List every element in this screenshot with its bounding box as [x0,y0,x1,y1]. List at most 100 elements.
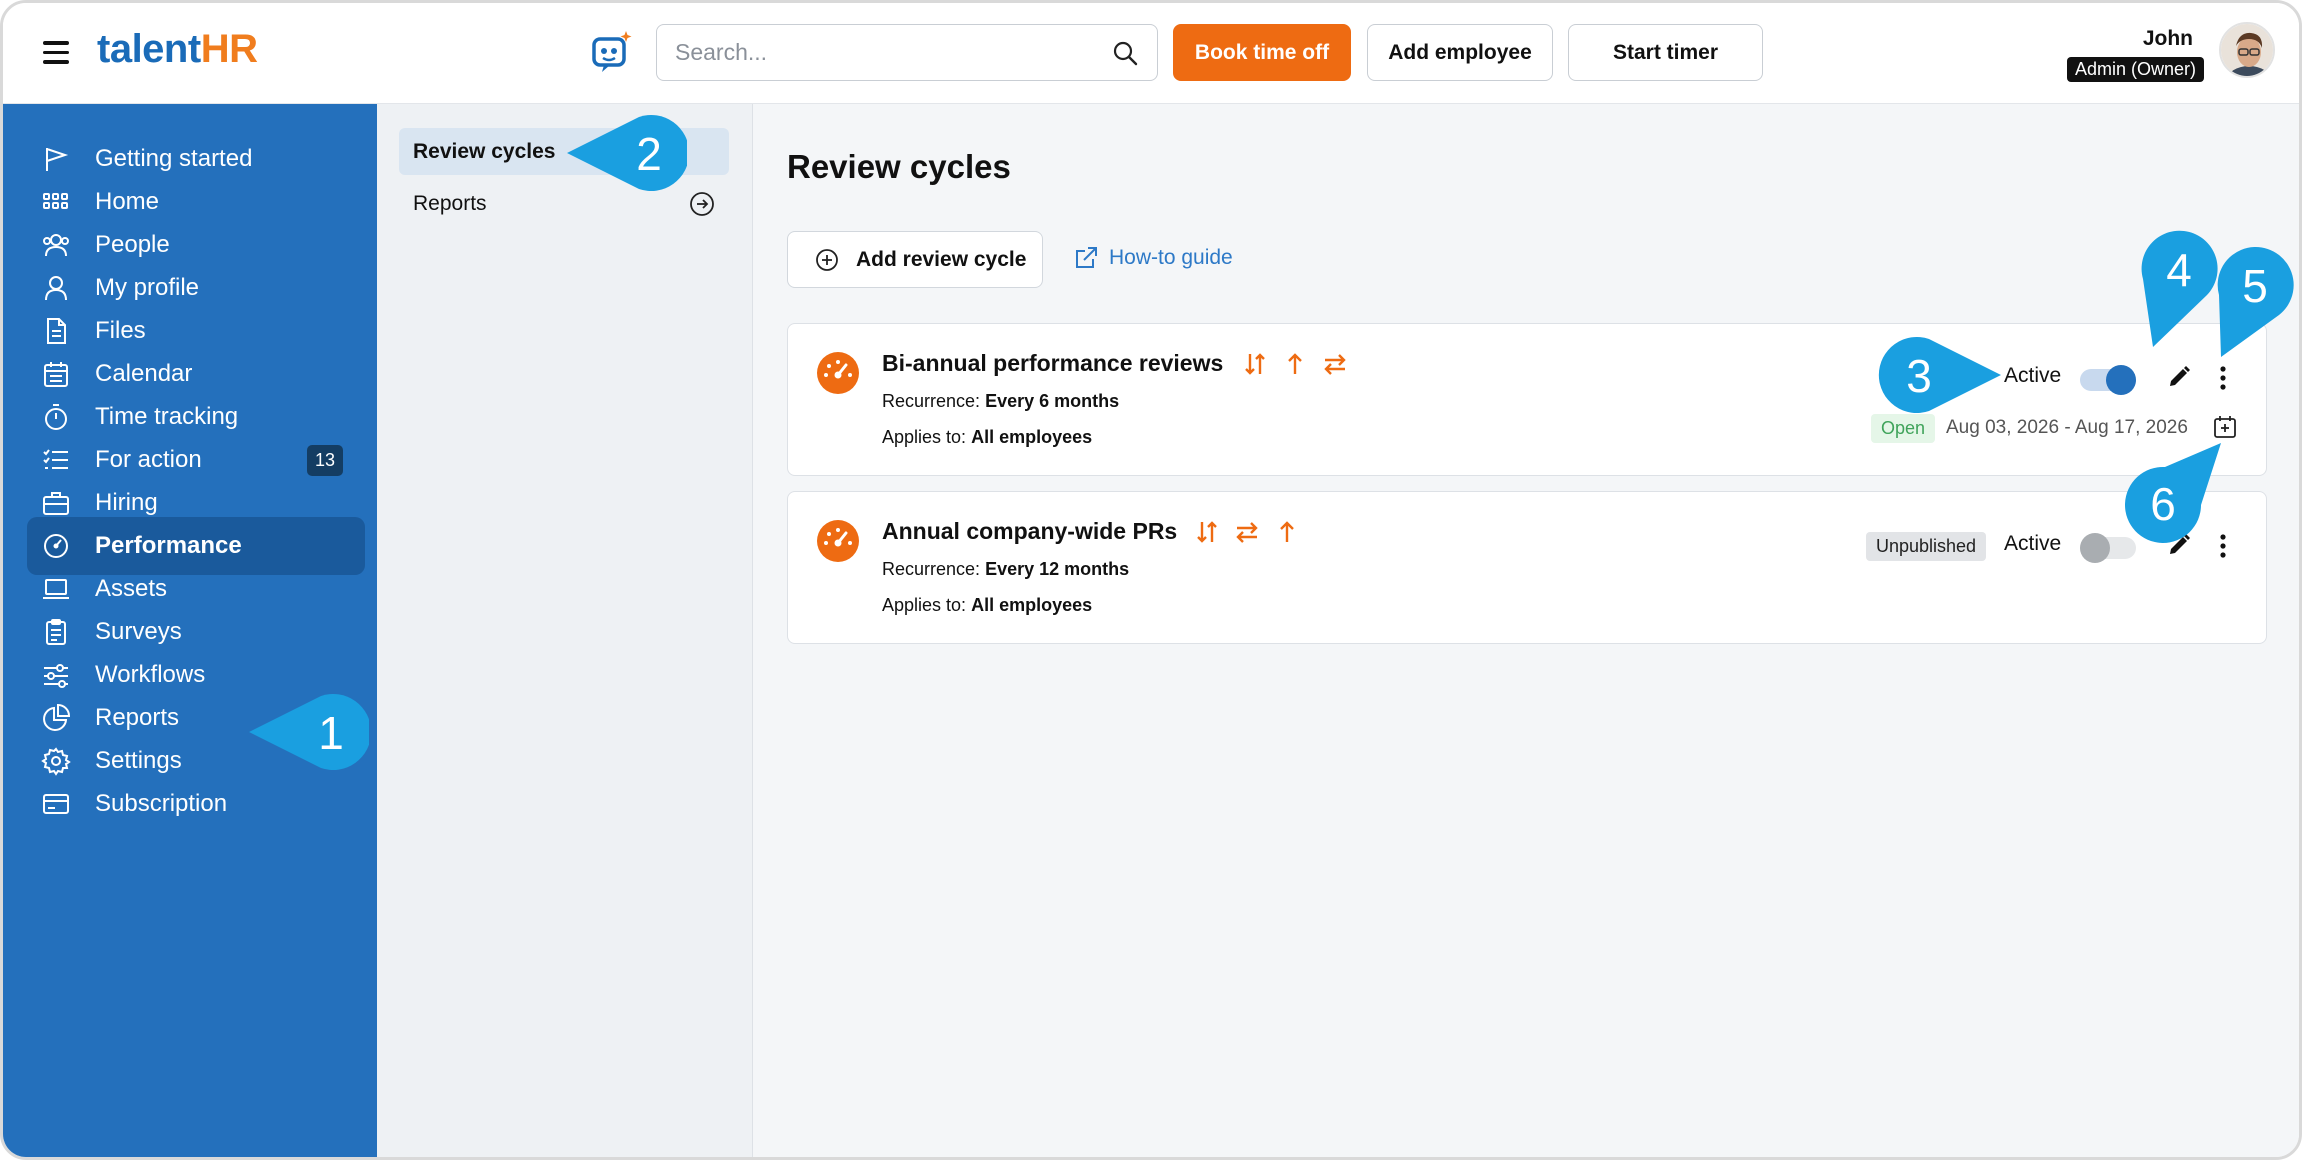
sidebar-item-label: Reports [95,704,180,731]
performance-gauge-icon [817,352,859,394]
active-toggle[interactable] [2080,365,2136,395]
start-timer-button[interactable]: Start timer [1568,24,1763,81]
how-to-guide-label: How-to guide [1109,246,1233,269]
recurrence-line: Recurrence: Every 12 months [882,559,1129,580]
recurrence-value: Every 12 months [985,559,1130,579]
applies-to-label: Applies to: [882,427,967,447]
people-icon [43,234,69,257]
sidebar-item-label: Subscription [95,790,228,817]
file-icon [47,318,66,344]
subnav-item-label: Review cycles [413,139,556,163]
logo-text-hr: HR [200,27,258,71]
user-role-badge: Admin (Owner) [2066,57,2204,82]
review-cycle-title[interactable]: Bi-annual performance reviews [882,350,1223,377]
sidebar-item-label: Performance [95,532,242,559]
search-icon[interactable] [1111,39,1139,67]
menu-icon[interactable] [43,41,69,64]
callout-6: 6 [2125,443,2221,543]
grid-icon [43,193,68,209]
pie-chart-icon [43,703,71,731]
sidebar-item-label: Settings [95,747,182,774]
callout-number: 4 [2166,244,2192,296]
recurrence-label: Recurrence: [882,391,981,411]
add-review-cycle-button[interactable]: Add review cycle [787,231,1043,288]
cycle-date-range: Aug 03, 2026 - Aug 17, 2026 [1946,417,2188,438]
sidebar-item-label: My profile [95,274,200,301]
top-bar: talentHR Book time off Add employee Star… [3,3,2299,104]
sidebar-item-label: Home [95,188,160,215]
sort-arrows-icon [1245,353,1265,375]
search-box[interactable] [656,24,1158,81]
more-vertical-icon[interactable] [2216,364,2230,392]
sidebar: Getting started Home People My profile F… [3,104,377,1157]
main-content: Review cycles Add review cycle How-to gu… [753,104,2299,1157]
flag-icon [46,148,69,171]
sidebar-item-label: Getting started [95,145,253,172]
logo[interactable]: talentHR [97,27,258,72]
callout-3: 3 [1877,335,2001,415]
sort-arrows-icon [1197,521,1217,543]
swap-arrows-icon [1324,354,1346,375]
search-input[interactable] [675,39,1111,66]
recurrence-label: Recurrence: [882,559,981,579]
add-employee-button[interactable]: Add employee [1367,24,1553,81]
callout-4: 4 [2137,229,2221,349]
sidebar-item-label: For action [95,446,202,473]
subnav-item-label: Reports [413,191,487,215]
review-cycle-card[interactable]: Bi-annual performance reviews Recurrence… [787,323,2267,476]
callout-number: 2 [636,128,662,180]
credit-card-icon [43,794,69,814]
status-badge: Open [1871,414,1936,443]
sidebar-item-label: Workflows [95,661,206,688]
checklist-icon [43,449,68,469]
workflow-icon [44,664,68,688]
applies-to-label: Applies to: [882,595,967,615]
callout-2: 2 [567,113,690,193]
page-title: Review cycles [787,148,1011,185]
callout-number: 3 [1906,350,1932,402]
pencil-icon[interactable] [2166,364,2192,390]
sidebar-item-label: Hiring [95,489,158,516]
logo-text-talent: talent [97,27,201,71]
callout-5: 5 [2213,245,2297,365]
sidebar-item-label: Calendar [95,360,193,387]
sidebar-item-label: Time tracking [95,403,239,430]
callout-number: 1 [318,707,344,759]
how-to-guide-link[interactable]: How-to guide [1073,245,1233,271]
user-icon [45,276,67,301]
arrow-up-icon [1280,521,1294,542]
ai-assistant-icon[interactable] [586,27,636,77]
briefcase-icon [43,492,69,515]
applies-to-value: All employees [971,595,1093,615]
cycle-stage-icons [1193,518,1313,546]
performance-gauge-icon [817,520,859,562]
calendar-add-icon[interactable] [2212,414,2238,440]
recurrence-value: Every 6 months [985,391,1120,411]
cycle-stage-icons [1241,350,1361,378]
recurrence-line: Recurrence: Every 6 months [882,391,1119,412]
callout-1: 1 [249,692,372,772]
sidebar-item-label: Files [95,317,146,344]
review-cycle-title[interactable]: Annual company-wide PRs [882,518,1177,545]
active-label: Active [2004,364,2062,387]
sidebar-item-label: People [95,231,170,258]
laptop-icon [43,579,69,599]
gauge-icon [44,534,68,558]
book-time-off-button[interactable]: Book time off [1173,24,1351,81]
callout-number: 5 [2242,260,2268,312]
applies-to-line: Applies to: All employees [882,427,1092,448]
for-action-count-badge: 13 [307,444,344,476]
user-name[interactable]: John [2143,27,2193,51]
avatar[interactable] [2219,22,2275,78]
applies-to-line: Applies to: All employees [882,595,1092,616]
sidebar-item-subscription[interactable]: Subscription [27,775,365,833]
callout-number: 6 [2150,478,2176,530]
app-window: talentHR Book time off Add employee Star… [0,0,2302,1160]
sidebar-item-label: Assets [95,575,168,602]
stopwatch-icon [45,404,67,430]
active-label: Active [2004,532,2062,555]
applies-to-value: All employees [971,427,1093,447]
swap-arrows-icon [1236,522,1258,543]
review-cycle-card[interactable]: Annual company-wide PRs Recurrence: Ever… [787,491,2267,644]
performance-subnav: Review cycles Reports [377,104,753,1157]
